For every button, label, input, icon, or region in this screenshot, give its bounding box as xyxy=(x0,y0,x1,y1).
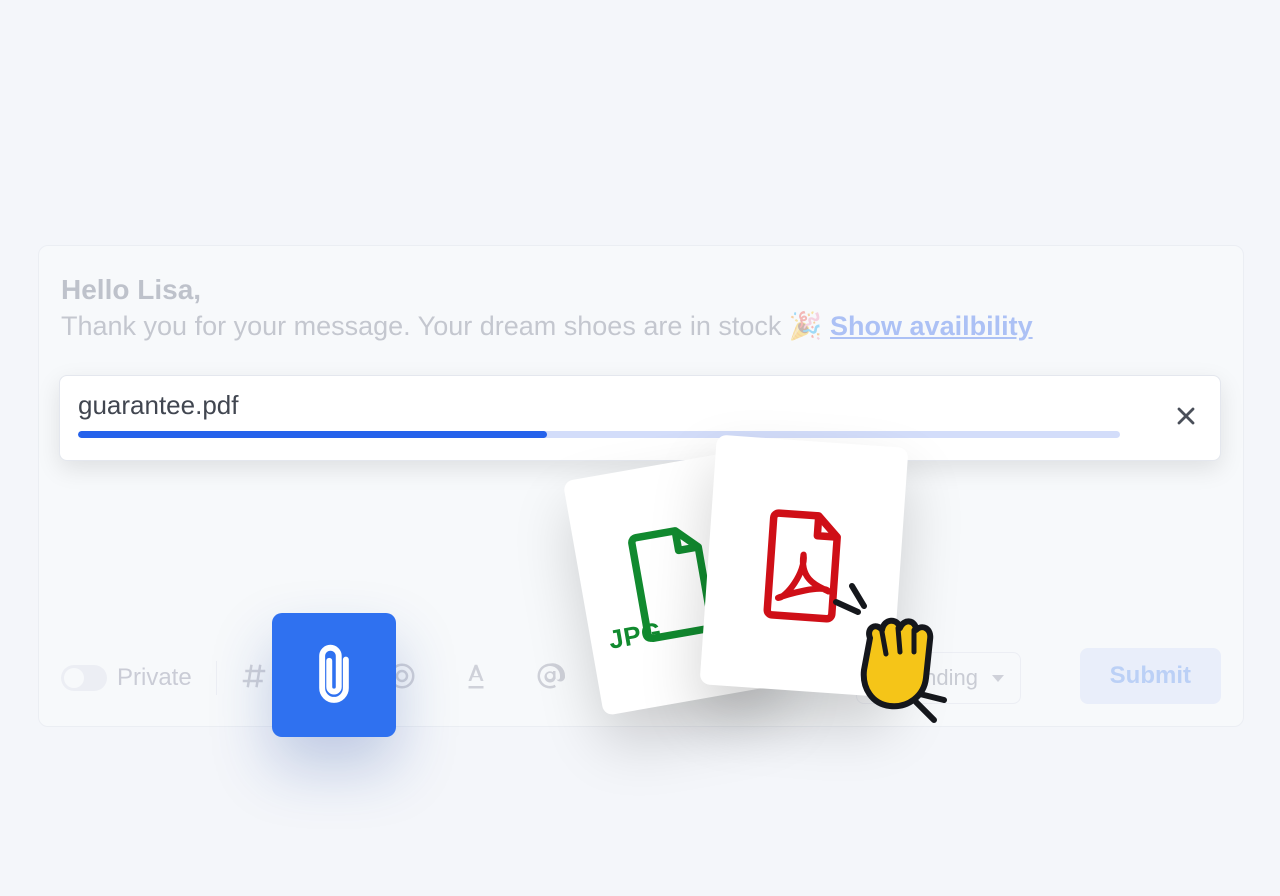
party-emoji: 🎉 xyxy=(789,308,823,344)
hashtag-icon[interactable] xyxy=(239,661,269,696)
upload-progress-track xyxy=(78,431,1120,438)
attachment-button-highlight[interactable] xyxy=(272,613,396,737)
message-body: Thank you for your message. Your dream s… xyxy=(61,308,1221,344)
private-toggle[interactable] xyxy=(61,665,107,691)
upload-progress-box: guarantee.pdf xyxy=(59,375,1221,461)
paperclip-icon xyxy=(307,643,361,707)
private-label: Private xyxy=(117,664,192,692)
mention-icon[interactable] xyxy=(535,661,565,696)
grab-hand-icon xyxy=(826,580,956,730)
separator xyxy=(216,661,218,695)
availability-link[interactable]: Show availbility xyxy=(830,311,1033,341)
greeting-text: Hello Lisa, xyxy=(61,274,1221,306)
close-icon[interactable] xyxy=(1174,404,1198,428)
submit-button[interactable]: Submit xyxy=(1080,648,1221,704)
upload-progress-fill xyxy=(78,431,547,438)
uploading-filename: guarantee.pdf xyxy=(78,390,1202,421)
body-line: Thank you for your message. Your dream s… xyxy=(61,311,781,341)
private-toggle-wrap: Private xyxy=(61,664,192,692)
jpg-label: JPG xyxy=(606,616,664,656)
text-color-icon[interactable] xyxy=(461,661,491,696)
chevron-down-icon xyxy=(992,675,1004,682)
